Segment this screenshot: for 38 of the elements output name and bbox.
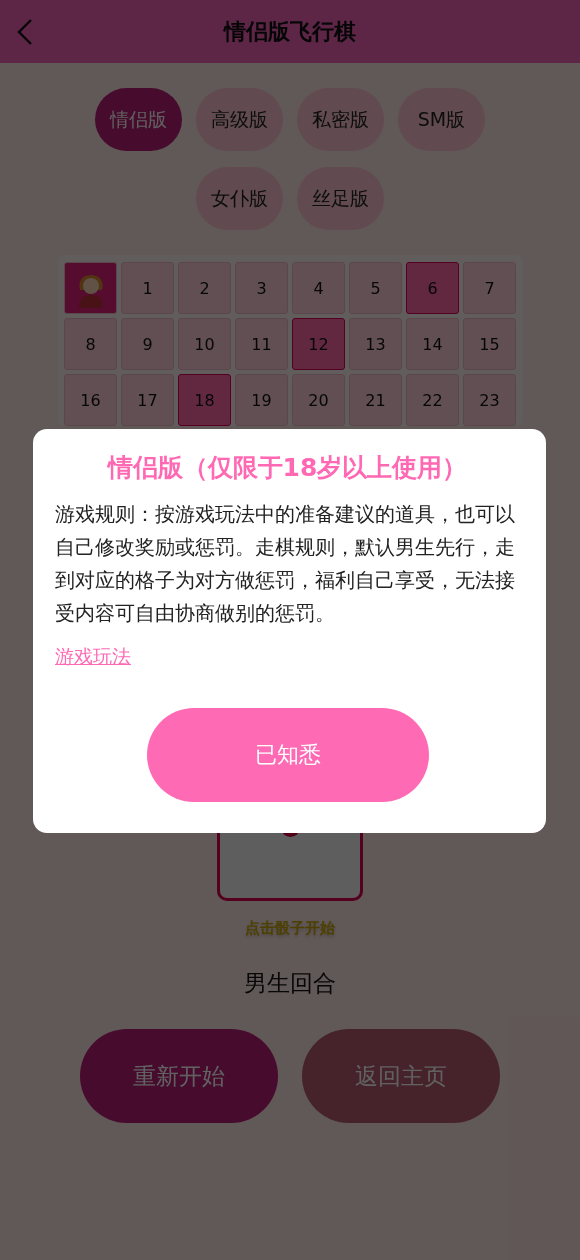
board-square: 5 xyxy=(349,262,402,314)
version-tab[interactable]: 高级版 xyxy=(196,88,283,151)
board-square: 22 xyxy=(406,374,459,426)
board-square: 7 xyxy=(463,262,516,314)
board-square: 6 xyxy=(406,262,459,314)
board-square: 19 xyxy=(235,374,288,426)
version-tab[interactable]: 情侣版 xyxy=(95,88,182,151)
board-square: 4 xyxy=(292,262,345,314)
board-square: 18 xyxy=(178,374,231,426)
acknowledge-button[interactable]: 已知悉 xyxy=(146,708,429,802)
board-square: 20 xyxy=(292,374,345,426)
board-square: 9 xyxy=(121,318,174,370)
rules-text: 游戏规则：按游戏玩法中的准备建议的道具，也可以自己修改奖励或惩罚。走棋规则，默认男生先行，走到对应的格子为对方做惩罚，福利自己享受，无法接受内容可自由协商做别的惩罚。 xyxy=(55,501,516,627)
board-square: 11 xyxy=(235,318,288,370)
version-tab[interactable]: 私密版 xyxy=(297,88,384,151)
version-tab[interactable]: 女仆版 xyxy=(196,167,283,230)
back-icon[interactable] xyxy=(17,19,33,45)
board-square: 15 xyxy=(463,318,516,370)
action-button[interactable]: 重新开始 xyxy=(80,1029,278,1123)
board-square: 2 xyxy=(178,262,231,314)
board-square: 12 xyxy=(292,318,345,370)
board-square: 10 xyxy=(178,318,231,370)
board-square: 14 xyxy=(406,318,459,370)
board-square: 23 xyxy=(463,374,516,426)
board-square: 1 xyxy=(121,262,174,314)
version-tab[interactable]: 丝足版 xyxy=(297,167,384,230)
board-square: 8 xyxy=(64,318,117,370)
board-square: 3 xyxy=(235,262,288,314)
version-tab[interactable]: SM版 xyxy=(398,88,485,151)
board-square: 16 xyxy=(64,374,117,426)
board-square: 13 xyxy=(349,318,402,370)
board-square: 17 xyxy=(121,374,174,426)
turn-label: 男生回合 xyxy=(243,969,337,998)
board-square: 21 xyxy=(349,374,402,426)
hint-text: 点击骰子开始 xyxy=(244,919,336,938)
gameplay-link[interactable]: 游戏玩法 xyxy=(55,644,131,670)
dialog-title: 情侣版（仅限于18岁以上使用） xyxy=(106,452,469,484)
page-title: 情侣版飞行棋 xyxy=(224,17,356,46)
